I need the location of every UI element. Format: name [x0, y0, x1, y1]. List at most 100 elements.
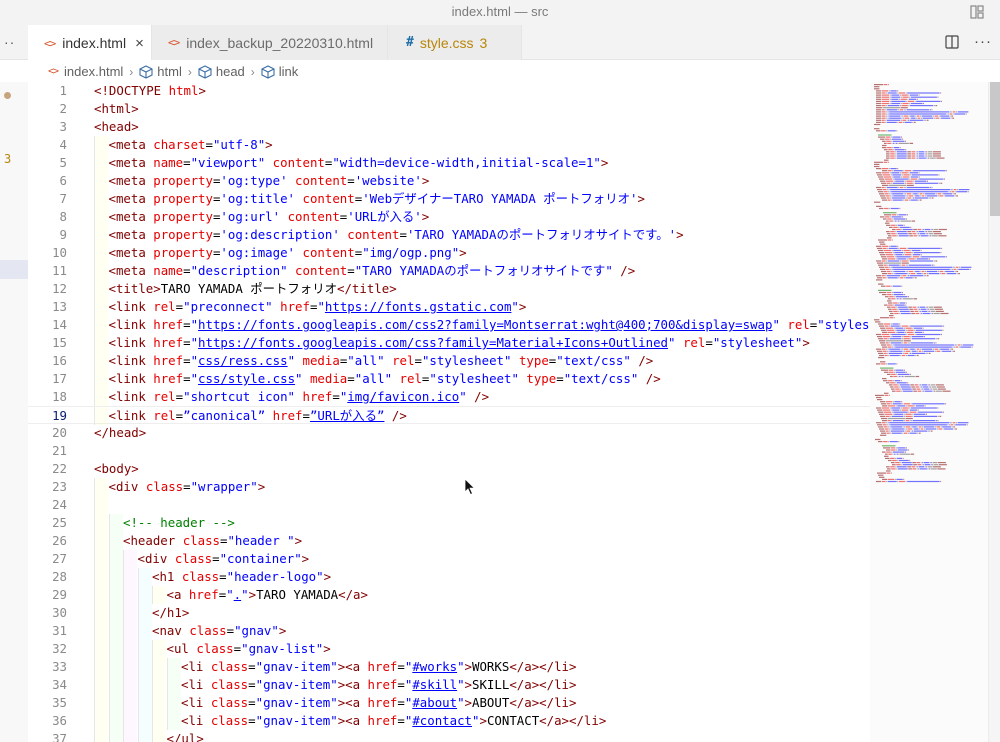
- minimap-line: [932, 466, 941, 468]
- minimap-line: [930, 430, 933, 432]
- minimap-line: [911, 174, 938, 176]
- minimap-line: [909, 273, 910, 275]
- code-line[interactable]: 24: [28, 496, 870, 514]
- code-token: <link: [108, 353, 154, 368]
- code-line[interactable]: 34 <li class="gnav-item"><a href="#skill"…: [28, 676, 870, 694]
- code-line[interactable]: 17 <link href="css/style.css" media="all"…: [28, 370, 870, 388]
- code-token: "text/css": [563, 371, 639, 386]
- code-line[interactable]: 20 </head>: [28, 424, 870, 442]
- code-line[interactable]: 16 <link href="css/ress.css" media="all" …: [28, 352, 870, 370]
- minimap-line: [922, 426, 923, 428]
- code-editor[interactable]: 1 <!DOCTYPE html> 2 <html> 3 <head> 4 <meta cha…: [28, 82, 870, 742]
- minimap-line: [889, 98, 891, 100]
- split-editor-icon[interactable]: [945, 35, 959, 49]
- minimap-line: [906, 354, 907, 357]
- minimap-line: [933, 348, 934, 350]
- code-line[interactable]: 4 <meta charset="utf-8">: [28, 136, 870, 154]
- breadcrumb-item-file[interactable]: <> index.html: [48, 64, 123, 79]
- minimap-line: [874, 84, 883, 86]
- minimap-line: [910, 199, 918, 201]
- code-line[interactable]: 12 <title>TARO YAMADA ポートフォリオ</title>: [28, 280, 870, 298]
- minimap-line: [885, 296, 889, 298]
- code-line[interactable]: 11 <meta name="description" content="TARO…: [28, 262, 870, 280]
- indent-guide: [94, 316, 108, 334]
- minimap-line: [887, 182, 891, 184]
- code-line[interactable]: 35 <li class="gnav-item"><a href="#about"…: [28, 694, 870, 712]
- code-line[interactable]: 13 <link rel="preconnect" href="https://f…: [28, 298, 870, 316]
- code-line[interactable]: 25 <!-- header -->: [28, 514, 870, 532]
- minimap-line: [874, 319, 880, 321]
- more-actions-icon[interactable]: ···: [974, 33, 992, 50]
- minimap-line: [886, 470, 891, 472]
- minimap-line: [910, 249, 912, 252]
- minimap-line: [897, 447, 906, 449]
- line-number: 14: [52, 317, 67, 332]
- minimap-line: [917, 426, 919, 428]
- code-line[interactable]: 37 </ul>: [28, 730, 870, 742]
- code-line[interactable]: 1 <!DOCTYPE html>: [28, 82, 870, 100]
- code-line[interactable]: 23 <div class="wrapper">: [28, 478, 870, 496]
- minimap[interactable]: [870, 82, 988, 742]
- close-icon[interactable]: ×: [135, 35, 144, 52]
- minimap-line: [925, 352, 927, 354]
- code-line[interactable]: 33 <li class="gnav-item"><a href="#works"…: [28, 658, 870, 676]
- minimap-line: [907, 329, 914, 331]
- vertical-scrollbar[interactable]: [988, 82, 1000, 742]
- code-line[interactable]: 28 <h1 class="header-logo">: [28, 568, 870, 586]
- minimap-line: [895, 157, 897, 159]
- code-line[interactable]: 2 <html>: [28, 100, 870, 118]
- code-token: ": [190, 371, 199, 386]
- code-line[interactable]: 22 <body>: [28, 460, 870, 478]
- code-line[interactable]: 31 <nav class="gnav">: [28, 622, 870, 640]
- code-line[interactable]: 26 <header class="header ">: [28, 532, 870, 550]
- code-line[interactable]: 29 <a href=".">TARO YAMADA</a>: [28, 586, 870, 604]
- more-actions-icon[interactable]: ··: [4, 34, 15, 50]
- code-line[interactable]: 32 <ul class="gnav-list">: [28, 640, 870, 658]
- minimap-line: [915, 195, 920, 197]
- code-line[interactable]: 10 <meta property='og:image' content="img…: [28, 244, 870, 262]
- minimap-line: [896, 130, 898, 132]
- minimap-line: [923, 390, 925, 392]
- minimap-line: [895, 254, 903, 256]
- code-token: ": [457, 659, 465, 674]
- minimap-line: [880, 415, 886, 417]
- code-line[interactable]: 8 <meta property='og:url' content='URLが入る…: [28, 208, 870, 226]
- minimap-line: [902, 390, 913, 392]
- minimap-line: [879, 354, 885, 357]
- tab-index-html[interactable]: <> index.html ×: [28, 25, 152, 61]
- code-token: <li: [181, 659, 211, 674]
- code-token: <div: [108, 479, 146, 494]
- breadcrumb-item-html[interactable]: html: [139, 64, 182, 79]
- code-line[interactable]: 3 <head>: [28, 118, 870, 136]
- minimap-line: [940, 350, 942, 352]
- code-line[interactable]: 30 </h1>: [28, 604, 870, 622]
- code-line[interactable]: 5 <meta name="viewport" content="width=de…: [28, 154, 870, 172]
- breadcrumb: <> index.html › html › head › link: [0, 60, 1000, 82]
- code-line[interactable]: 14 <link href="https://fonts.googleapis.c…: [28, 316, 870, 334]
- tab-index-backup[interactable]: <> index_backup_20220310.html: [152, 25, 388, 60]
- code-line[interactable]: 15 <link href="https://fonts.googleapis.c…: [28, 334, 870, 352]
- minimap-line: [911, 231, 916, 233]
- code-line[interactable]: 7 <meta property='og:title' content='Webデ…: [28, 190, 870, 208]
- minimap-line: [937, 415, 939, 417]
- code-line[interactable]: 6 <meta property='og:type' content='websi…: [28, 172, 870, 190]
- code-token: "width=device-width,initial-scale=1": [332, 155, 601, 170]
- code-line[interactable]: 19 <link rel=”canonical” href=”URLが入る” />: [28, 406, 870, 425]
- minimap-line: [924, 155, 926, 157]
- tab-style-css[interactable]: # style.css 3: [388, 25, 522, 60]
- breadcrumb-item-head[interactable]: head: [198, 64, 245, 79]
- code-line[interactable]: 21: [28, 442, 870, 460]
- breadcrumb-item-link[interactable]: link: [261, 64, 298, 79]
- minimap-line: [920, 348, 921, 350]
- minimap-line: [912, 430, 913, 432]
- code-line[interactable]: 18 <link rel="shortcut icon" href="img/fa…: [28, 388, 870, 406]
- scrollbar-thumb[interactable]: [990, 82, 1000, 216]
- code-token: =: [397, 695, 405, 710]
- minimap-line: [878, 176, 884, 178]
- line-number: 8: [59, 209, 67, 224]
- code-line[interactable]: 9 <meta property='og:description' content…: [28, 226, 870, 244]
- code-line[interactable]: 27 <div class="container">: [28, 550, 870, 568]
- code-line[interactable]: 36 <li class="gnav-item"><a href="#contac…: [28, 712, 870, 730]
- layout-icon[interactable]: [970, 5, 984, 19]
- minimap-line: [932, 151, 941, 153]
